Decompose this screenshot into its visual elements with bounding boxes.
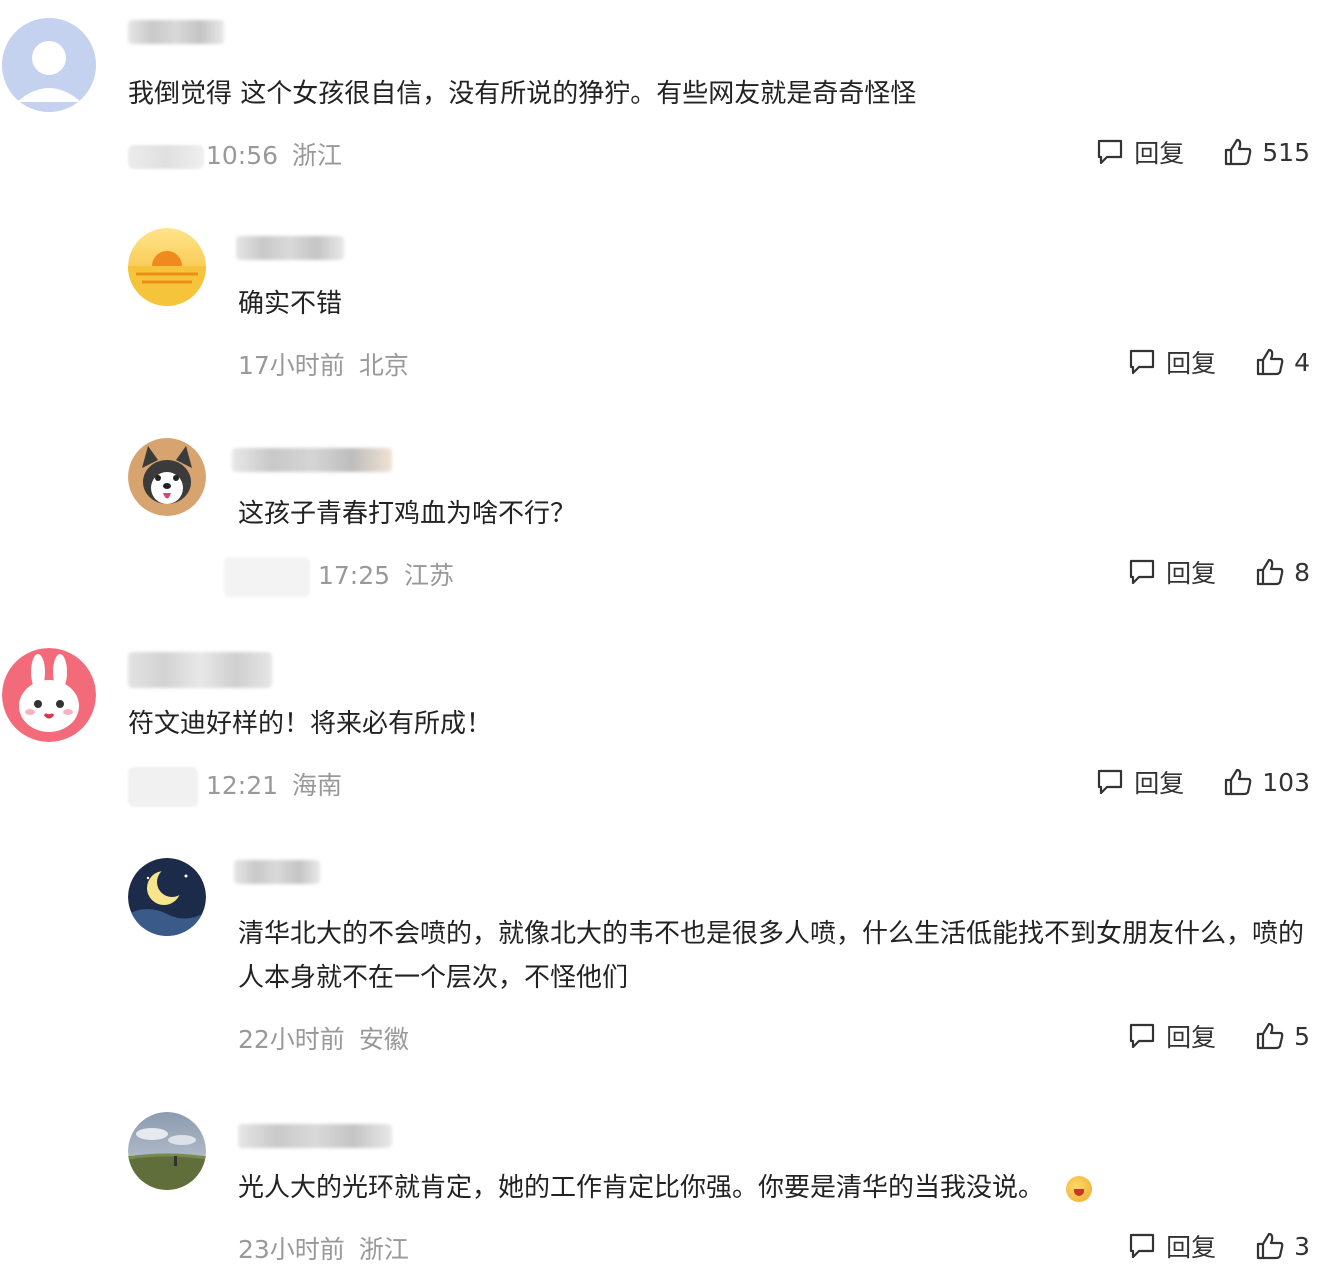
comment-meta: 12:21 海南: [128, 766, 342, 807]
reply-label: 回复: [1166, 1233, 1217, 1262]
bunny-avatar-icon: [2, 648, 96, 742]
comment-actions: 回复 5: [1126, 1018, 1310, 1054]
like-count: 103: [1262, 767, 1310, 797]
username-redacted: [236, 236, 344, 260]
like-button[interactable]: 8: [1254, 556, 1310, 588]
comment-location: 浙江: [358, 1235, 409, 1264]
user-avatar[interactable]: [2, 18, 96, 112]
like-button[interactable]: 4: [1254, 346, 1310, 378]
comment-location: 海南: [292, 771, 343, 800]
reply-label: 回复: [1166, 559, 1217, 588]
comment-time: 22小时前: [238, 1025, 345, 1054]
comment-meta: 17:25 江苏: [224, 556, 454, 597]
like-count: 4: [1294, 347, 1310, 377]
laughing-emoji-icon: [1066, 1175, 1093, 1202]
comment-location: 江苏: [404, 561, 455, 590]
comment-bubble-icon: [1098, 139, 1123, 165]
like-button[interactable]: 5: [1254, 1020, 1310, 1052]
comment-meta: 22小时前 安徽: [238, 1020, 409, 1056]
user-avatar[interactable]: [128, 438, 206, 516]
username-redacted: [238, 1124, 392, 1148]
sunset-avatar-icon: [128, 228, 206, 306]
comment-text: 符文迪好样的！将来必有所成！: [128, 709, 493, 739]
like-count: 515: [1262, 137, 1310, 167]
like-count: 8: [1294, 557, 1310, 587]
thumbs-up-icon: [1256, 348, 1284, 376]
comment-bubble-icon: [1129, 349, 1155, 375]
comment-time: 17小时前: [238, 351, 345, 380]
reply-button[interactable]: 回复: [1126, 344, 1216, 380]
like-count: 3: [1294, 1231, 1310, 1261]
comment-text: 清华北大的不会喷的，就像北大的韦不也是很多人喷，什么生活低能找不到女朋友什么，喷…: [238, 919, 1305, 993]
reply-button[interactable]: 回复: [1126, 554, 1216, 590]
reply-label: 回复: [1166, 1023, 1217, 1052]
thumbs-up-icon: [1256, 1232, 1284, 1260]
comment-actions: 回复 103: [1094, 764, 1310, 800]
like-count: 5: [1294, 1021, 1310, 1051]
reply-label: 回复: [1134, 139, 1185, 168]
comment-actions: 回复 4: [1126, 344, 1310, 380]
user-avatar[interactable]: [128, 858, 206, 936]
comment-text-content: 光人大的光环就肯定，她的工作肯定比你强。你要是清华的当我没说。: [238, 1173, 1045, 1203]
reply-label: 回复: [1166, 349, 1217, 378]
comment-actions: 回复 515: [1094, 134, 1310, 170]
reply-label: 回复: [1134, 769, 1185, 798]
comment-time: 23小时前: [238, 1235, 345, 1264]
user-avatar[interactable]: [128, 228, 206, 306]
username-redacted: [128, 652, 272, 688]
comment-meta: 10:56 浙江: [128, 136, 342, 172]
comment-text: 这孩子青春打鸡血为啥不行？: [238, 499, 577, 529]
user-avatar[interactable]: [128, 1112, 206, 1190]
comment-meta: 23小时前 浙江: [238, 1230, 409, 1266]
comment-bubble-icon: [1129, 1233, 1155, 1259]
thumbs-up-icon: [1225, 138, 1252, 166]
default-user-icon: [2, 18, 96, 112]
username-redacted: [232, 448, 392, 472]
comment-text: 确实不错: [238, 289, 343, 319]
comment-meta: 17小时前 北京: [238, 346, 409, 382]
thumbs-up-icon: [1225, 768, 1252, 796]
comment-bubble-icon: [1098, 769, 1123, 795]
thumbs-up-icon: [1256, 558, 1284, 586]
comment-location: 安徽: [358, 1025, 409, 1054]
username-redacted: [128, 20, 224, 44]
husky-avatar-icon: [128, 438, 206, 516]
comment-location: 浙江: [292, 141, 343, 170]
moon-avatar-icon: [128, 858, 206, 936]
user-avatar[interactable]: [2, 648, 96, 742]
comment-actions: 回复 8: [1126, 554, 1310, 590]
like-button[interactable]: 515: [1222, 136, 1310, 168]
comment-bubble-icon: [1129, 559, 1155, 585]
comment-text: 我倒觉得 这个女孩很自信，没有所说的狰狞。有些网友就是奇奇怪怪: [128, 79, 917, 109]
reply-button[interactable]: 回复: [1094, 764, 1184, 800]
comment-time: 17:25: [318, 561, 391, 590]
reply-button[interactable]: 回复: [1126, 1228, 1216, 1264]
comment-text: 光人大的光环就肯定，她的工作肯定比你强。你要是清华的当我没说。: [238, 1166, 1093, 1210]
reply-button[interactable]: 回复: [1094, 134, 1184, 170]
comment-bubble-icon: [1129, 1023, 1155, 1049]
comment-time: 12:21: [206, 771, 279, 800]
username-redacted: [234, 860, 320, 884]
thumbs-up-icon: [1256, 1022, 1284, 1050]
like-button[interactable]: 103: [1222, 766, 1310, 798]
like-button[interactable]: 3: [1254, 1230, 1310, 1262]
landscape-avatar-icon: [128, 1112, 206, 1190]
comment-actions: 回复 3: [1126, 1228, 1310, 1264]
comment-location: 北京: [358, 351, 409, 380]
reply-button[interactable]: 回复: [1126, 1018, 1216, 1054]
comment-time: 10:56: [206, 141, 279, 170]
